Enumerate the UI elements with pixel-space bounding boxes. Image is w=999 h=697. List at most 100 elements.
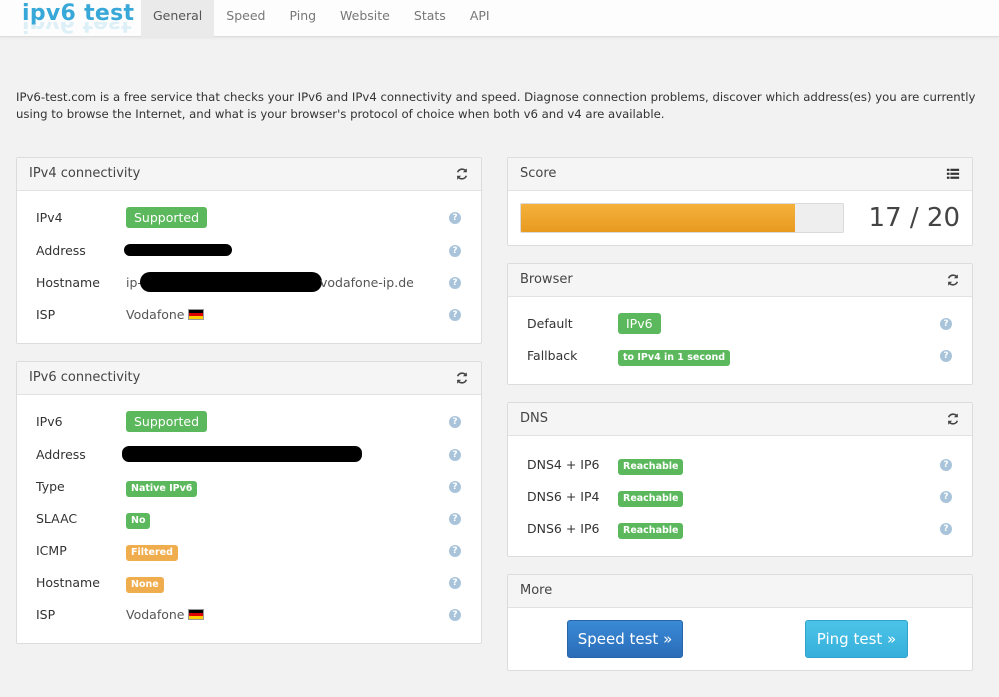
- row-label: Hostname: [36, 575, 100, 590]
- redacted-address: [122, 446, 362, 462]
- reachable-badge: Reachable: [618, 459, 684, 475]
- ipv4-panel: IPv4 connectivity IPv4 Supported ? Addre…: [16, 157, 482, 344]
- help-icon[interactable]: ?: [449, 245, 461, 257]
- ipv6-row-isp: ISP Vodafone ?: [36, 605, 466, 627]
- tab-api[interactable]: API: [458, 0, 502, 37]
- ipv6-row-status: IPv6 Supported ?: [36, 411, 466, 434]
- ipv6-row-type: Type Native IPv6 ?: [36, 477, 466, 499]
- row-label: Default: [527, 316, 573, 331]
- row-label: IPv6: [36, 414, 63, 429]
- more-panel: More Speed test » Ping test »: [507, 574, 973, 671]
- score-value: 17 / 20: [868, 203, 960, 233]
- isp-name: Vodafone: [126, 607, 185, 622]
- row-label: ISP: [36, 607, 56, 622]
- help-icon[interactable]: ?: [449, 513, 461, 525]
- ipv6-panel: IPv6 connectivity IPv6 Supported ? Addre…: [16, 361, 482, 644]
- nav-tabs: General Speed Ping Website Stats API: [141, 0, 502, 37]
- refresh-icon[interactable]: [455, 371, 469, 385]
- ipv6-row-icmp: ICMP Filtered ?: [36, 541, 466, 563]
- tab-ping[interactable]: Ping: [277, 0, 328, 37]
- help-icon[interactable]: ?: [449, 449, 461, 461]
- row-label: ISP: [36, 307, 56, 322]
- dns-row-dns4-ip6: DNS4 + IP6 Reachable ?: [527, 455, 957, 477]
- score-panel: Score 17 / 20: [507, 157, 973, 246]
- refresh-icon[interactable]: [455, 167, 469, 181]
- help-icon[interactable]: ?: [449, 609, 461, 621]
- help-icon[interactable]: ?: [449, 212, 461, 224]
- ipv4-row-hostname: Hostname ip- vodafone-ip.de ?: [36, 272, 466, 295]
- help-icon[interactable]: ?: [449, 545, 461, 557]
- help-icon[interactable]: ?: [940, 491, 952, 503]
- row-label: IPv4: [36, 210, 63, 225]
- ping-test-button[interactable]: Ping test »: [805, 620, 908, 658]
- browser-panel-title: Browser: [520, 272, 573, 287]
- status-badge: Supported: [126, 411, 208, 432]
- default-protocol-badge: IPv6: [618, 313, 661, 334]
- ipv6-row-address: Address ?: [36, 445, 466, 467]
- dns-panel: DNS DNS4 + IP6 Reachable ? DNS6 + IP4 Re…: [507, 402, 973, 557]
- reachable-badge: Reachable: [618, 491, 684, 507]
- refresh-icon[interactable]: [946, 412, 960, 426]
- ipv6-panel-header: IPv6 connectivity: [17, 362, 481, 395]
- row-label: Type: [36, 479, 65, 494]
- help-icon[interactable]: ?: [449, 309, 461, 321]
- row-label: SLAAC: [36, 511, 78, 526]
- reachable-badge: Reachable: [618, 523, 684, 539]
- score-progress-fill: [521, 204, 795, 232]
- germany-flag-icon: [188, 609, 205, 620]
- row-label: DNS6 + IP4: [527, 489, 600, 504]
- row-label: ICMP: [36, 543, 67, 558]
- row-label: Address: [36, 447, 86, 462]
- browser-panel: Browser Default IPv6 ? Fallback to IPv4 …: [507, 263, 973, 385]
- dns-row-dns6-ip6: DNS6 + IP6 Reachable ?: [527, 519, 957, 541]
- dns-panel-title: DNS: [520, 411, 548, 426]
- row-label: Hostname: [36, 275, 100, 290]
- ipv6-panel-title: IPv6 connectivity: [29, 370, 141, 385]
- help-icon[interactable]: ?: [940, 318, 952, 330]
- help-icon[interactable]: ?: [449, 577, 461, 589]
- tab-speed[interactable]: Speed: [214, 0, 277, 37]
- score-panel-title: Score: [520, 166, 557, 181]
- help-icon[interactable]: ?: [940, 350, 952, 362]
- top-navbar: ipv6 test ipv6 test General Speed Ping W…: [0, 0, 999, 37]
- ipv4-panel-header: IPv4 connectivity: [17, 158, 481, 191]
- tab-stats[interactable]: Stats: [402, 0, 458, 37]
- refresh-icon[interactable]: [946, 273, 960, 287]
- help-icon[interactable]: ?: [940, 459, 952, 471]
- fallback-badge: to IPv4 in 1 second: [618, 350, 731, 366]
- row-label: DNS6 + IP6: [527, 521, 600, 536]
- ipv4-row-isp: ISP Vodafone ?: [36, 305, 466, 327]
- tab-general[interactable]: General: [141, 0, 215, 37]
- browser-row-fallback: Fallback to IPv4 in 1 second ?: [527, 346, 957, 368]
- browser-panel-header: Browser: [508, 264, 972, 297]
- redacted-address: [124, 244, 232, 256]
- list-icon[interactable]: [946, 167, 960, 181]
- more-panel-header: More: [508, 575, 972, 608]
- ipv4-row-status: IPv4 Supported ?: [36, 207, 466, 230]
- browser-row-default: Default IPv6 ?: [527, 313, 957, 336]
- help-icon[interactable]: ?: [449, 277, 461, 289]
- help-icon[interactable]: ?: [449, 481, 461, 493]
- type-badge: Native IPv6: [126, 481, 198, 497]
- row-label: Address: [36, 243, 86, 258]
- germany-flag-icon: [188, 309, 205, 320]
- ipv4-row-address: Address ?: [36, 241, 466, 263]
- icmp-badge: Filtered: [126, 545, 178, 561]
- row-label: DNS4 + IP6: [527, 457, 600, 472]
- brand-reflection: ipv6 test: [22, 22, 132, 36]
- help-icon[interactable]: ?: [449, 416, 461, 428]
- score-progress-bar: [520, 203, 844, 233]
- isp-name: Vodafone: [126, 307, 185, 322]
- tab-website[interactable]: Website: [328, 0, 402, 37]
- dns-row-dns6-ip4: DNS6 + IP4 Reachable ?: [527, 487, 957, 509]
- ipv4-panel-title: IPv4 connectivity: [29, 166, 141, 181]
- ipv6-row-slaac: SLAAC No ?: [36, 509, 466, 531]
- brand-logo[interactable]: ipv6 test ipv6 test: [22, 0, 134, 37]
- speed-test-button[interactable]: Speed test »: [567, 620, 683, 658]
- redacted-hostname: [140, 272, 322, 292]
- help-icon[interactable]: ?: [940, 523, 952, 535]
- intro-text: IPv6-test.com is a free service that che…: [16, 90, 976, 121]
- more-panel-title: More: [520, 583, 553, 598]
- slaac-badge: No: [126, 513, 151, 529]
- dns-panel-header: DNS: [508, 403, 972, 436]
